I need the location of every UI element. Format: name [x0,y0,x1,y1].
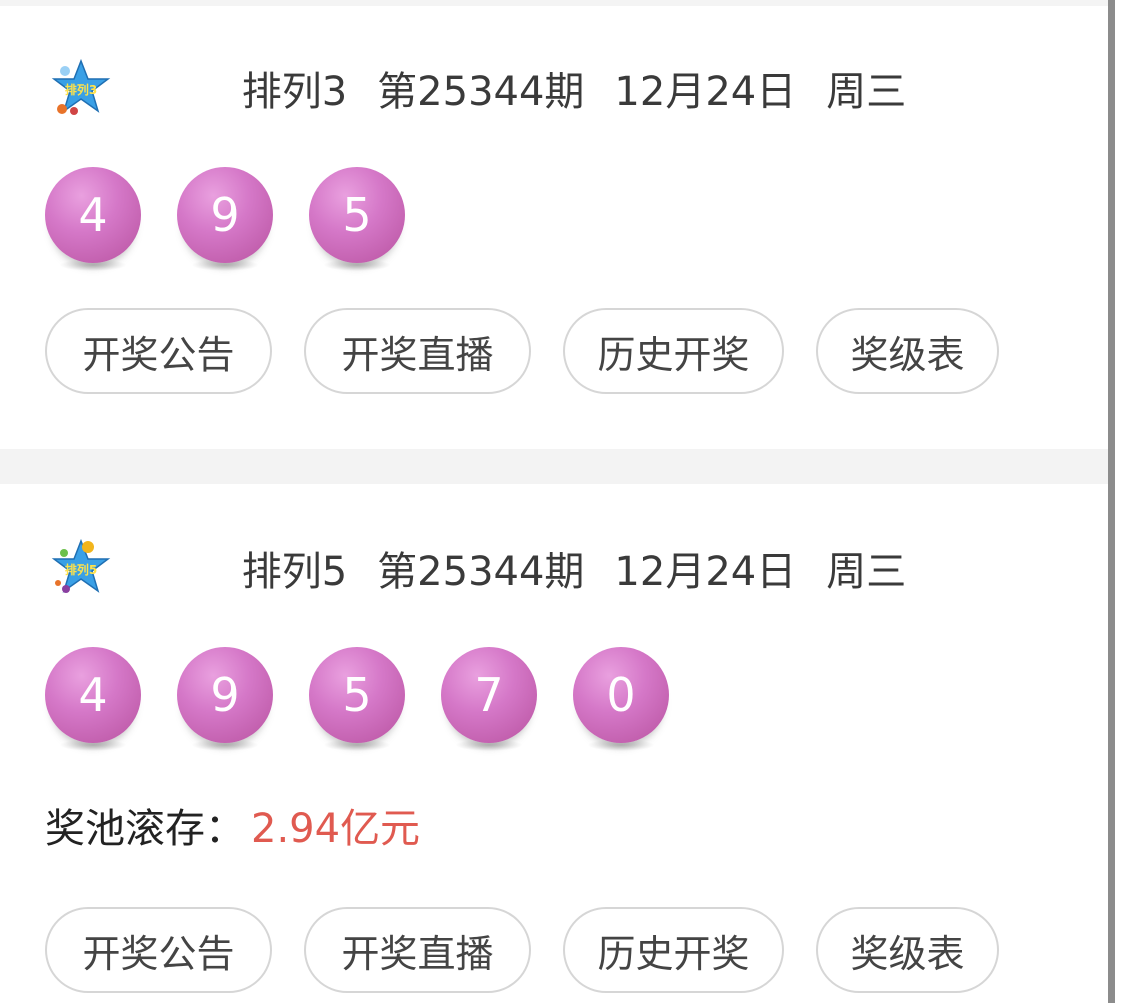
issue-number: 第25344期 [377,549,585,595]
draw-announcement-button[interactable]: 开奖公告 [45,907,272,993]
ball-item: 4 [45,167,141,277]
live-draw-button[interactable]: 开奖直播 [304,907,531,993]
draw-announcement-button[interactable]: 开奖公告 [45,308,272,394]
pailie5-actions: 开奖公告 开奖直播 历史开奖 奖级表 [45,907,1031,993]
section-separator [0,449,1108,484]
result-ball: 9 [177,647,273,743]
pailie3-logo-icon: 排列3 [51,58,111,115]
pailie3-ball-row: 4 9 5 [45,167,441,277]
result-ball: 9 [177,167,273,263]
svg-text:排列5: 排列5 [65,562,97,577]
jackpot-label: 奖池滚存： [45,806,245,852]
ball-item: 5 [309,647,405,757]
ball-item: 7 [441,647,537,757]
ball-item: 9 [177,167,273,277]
pailie5-logo-icon: 排列5 [51,538,111,593]
pailie5-title: 排列5 第25344期 12月24日 周三 [140,493,907,643]
draw-weekday: 周三 [826,69,907,115]
ball-item: 0 [573,647,669,757]
pailie5-card: 排列5 排列5 第25344期 12月24日 周三 4 9 5 7 0 奖池滚存… [0,484,1108,1003]
lottery-results-page: 排列3 排列3 第25344期 12月24日 周三 4 9 5 开奖公告 开奖直播 [0,0,1125,1003]
draw-date: 12月24日 [614,549,797,595]
result-ball: 4 [45,167,141,263]
draw-history-button[interactable]: 历史开奖 [563,308,784,394]
jackpot-row: 奖池滚存： 2.94亿元 [45,796,420,854]
svg-text:排列3: 排列3 [65,82,97,97]
ball-item: 9 [177,647,273,757]
pailie5-ball-row: 4 9 5 7 0 [45,647,705,757]
draw-history-button[interactable]: 历史开奖 [563,907,784,993]
draw-weekday: 周三 [826,549,907,595]
result-ball: 5 [309,647,405,743]
result-ball: 4 [45,647,141,743]
pailie5-header: 排列5 排列5 第25344期 12月24日 周三 [50,538,906,598]
lottery-name: 排列5 [241,549,348,595]
draw-date: 12月24日 [614,69,797,115]
jackpot-value: 2.94亿元 [251,806,421,852]
pailie3-header: 排列3 排列3 第25344期 12月24日 周三 [50,58,906,118]
ball-item: 4 [45,647,141,757]
pailie3-card: 排列3 排列3 第25344期 12月24日 周三 4 9 5 开奖公告 开奖直播 [0,0,1108,449]
lottery-name: 排列3 [241,69,348,115]
issue-number: 第25344期 [377,69,585,115]
result-ball: 0 [573,647,669,743]
pailie3-title: 排列3 第25344期 12月24日 周三 [140,13,907,163]
live-draw-button[interactable]: 开奖直播 [304,308,531,394]
ball-item: 5 [309,167,405,277]
prize-table-button[interactable]: 奖级表 [816,308,999,394]
result-ball: 5 [309,167,405,263]
scrollbar[interactable] [1108,0,1115,1003]
prize-table-button[interactable]: 奖级表 [816,907,999,993]
pailie3-actions: 开奖公告 开奖直播 历史开奖 奖级表 [45,308,1031,394]
result-ball: 7 [441,647,537,743]
